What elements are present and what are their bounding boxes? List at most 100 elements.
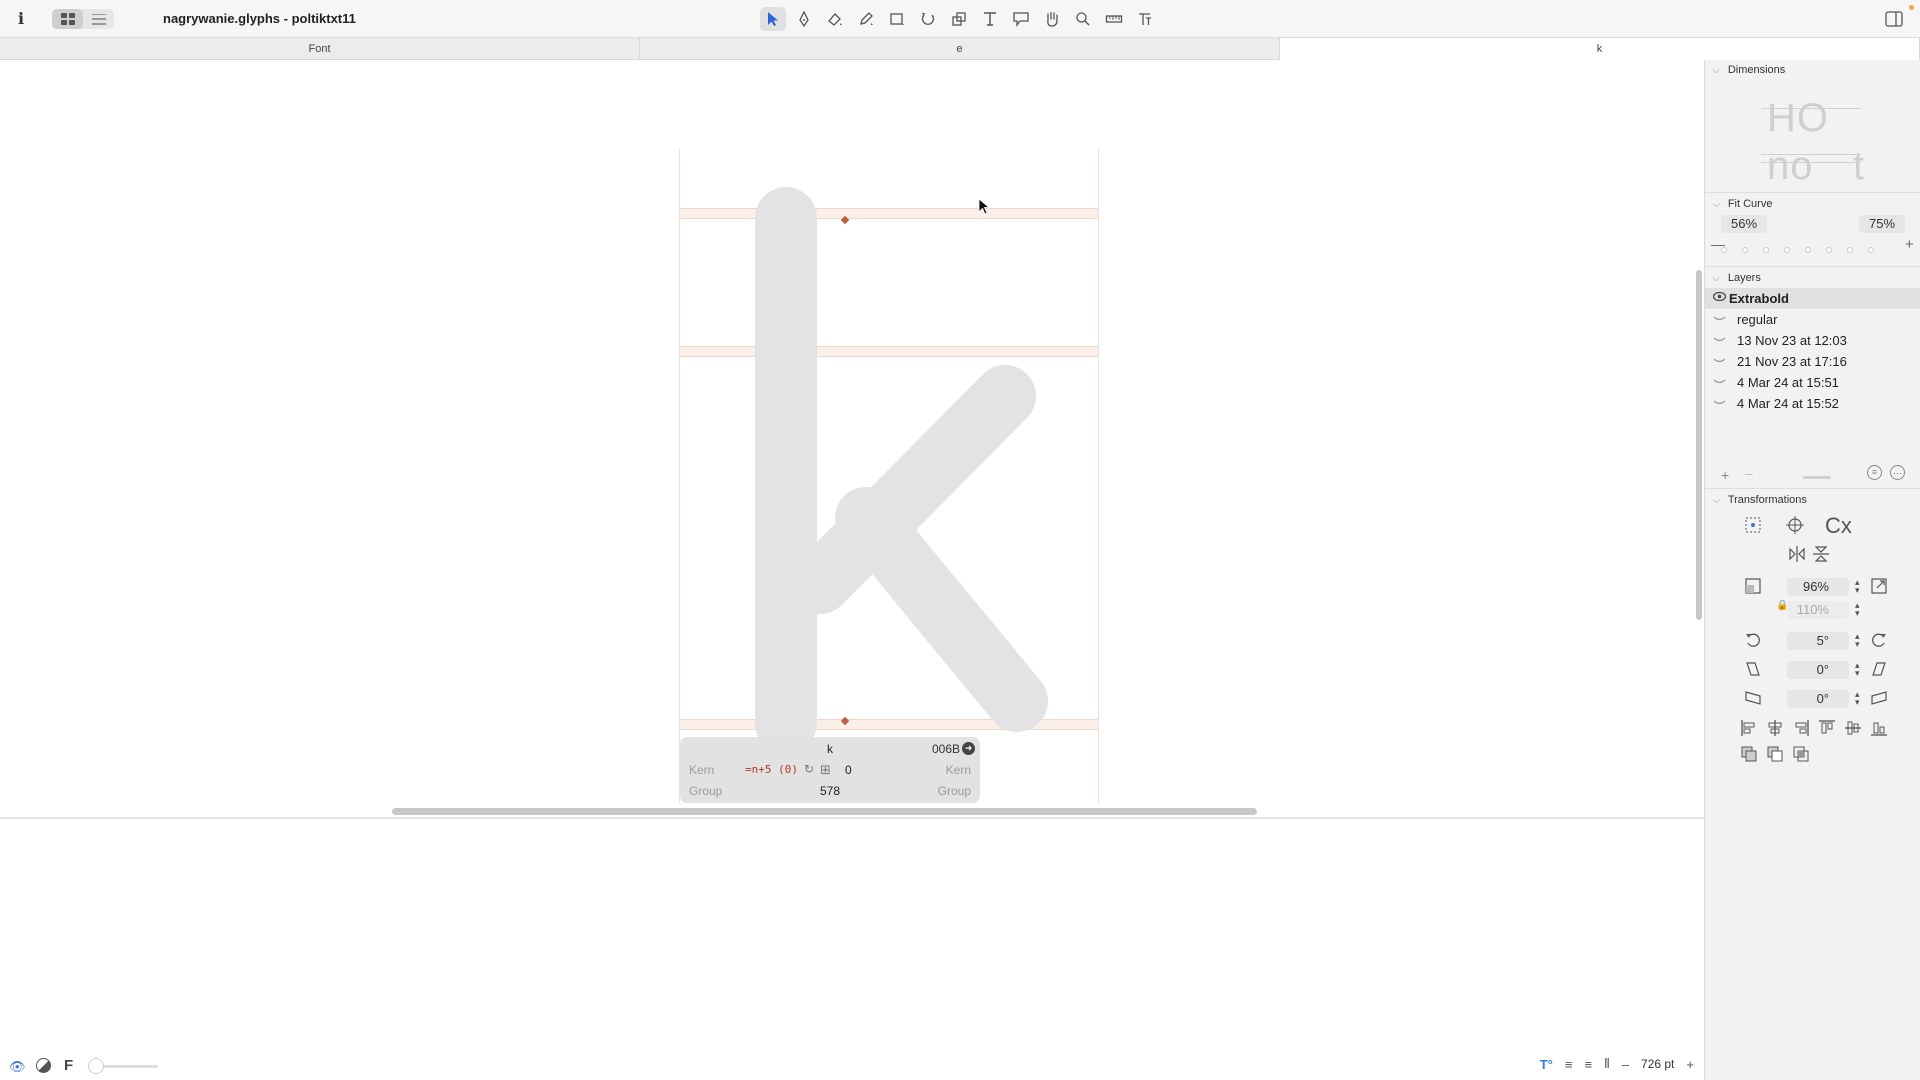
annotation-tool-button[interactable] [1008, 7, 1034, 31]
anchor-top[interactable] [840, 215, 850, 225]
layer-item[interactable]: regular [1705, 309, 1920, 330]
align-bottom-edges-icon[interactable] [1869, 718, 1889, 738]
union-icon[interactable] [1739, 744, 1759, 764]
glyph-outline[interactable] [680, 148, 1100, 803]
rectangle-tool-button[interactable] [884, 7, 910, 31]
kern-right-value[interactable]: 0 [845, 763, 852, 777]
slant-left-icon[interactable] [1743, 659, 1763, 679]
align-vertical-center-icon[interactable] [1843, 718, 1863, 738]
select-tool-button[interactable] [760, 7, 786, 31]
scale-y-stepper[interactable]: ▴ ▾ [1855, 601, 1863, 618]
layer-item[interactable]: Extrabold [1705, 288, 1920, 309]
group-label-right[interactable]: Group [938, 784, 971, 798]
rotate-ccw-icon[interactable] [1743, 630, 1763, 650]
pencil-tool-button[interactable] [853, 7, 879, 31]
slant-x-stepper[interactable]: ▴ ▾ [1855, 661, 1863, 678]
layer-item[interactable]: 4 Mar 24 at 15:52 [1705, 393, 1920, 414]
slant-vertical-up-icon[interactable] [1869, 688, 1889, 708]
fit-curve-step[interactable] [1868, 247, 1874, 253]
anchor-bottom[interactable] [840, 716, 850, 726]
rotate-cw-icon[interactable] [1869, 630, 1889, 650]
slant-y-stepper[interactable]: ▴ ▾ [1855, 690, 1863, 707]
slant-y-field[interactable]: 0° [1787, 690, 1849, 708]
sidebar-toggle-icon[interactable] [1884, 9, 1904, 29]
text-tool-button[interactable] [977, 7, 1003, 31]
align-top-edges-icon[interactable] [1817, 718, 1837, 738]
scale-down-icon[interactable] [1743, 576, 1763, 596]
bounding-box-origin-icon[interactable] [1743, 515, 1763, 535]
view-mode-toggle[interactable] [52, 9, 114, 29]
eye-closed-icon[interactable] [1713, 355, 1726, 364]
edit-canvas[interactable]: k 006B ➜ Kern =n+5 (0) ↻ ⊞ 0 Kern Group … [0, 60, 1704, 819]
fit-curve-step[interactable] [1742, 247, 1748, 253]
fit-curve-step[interactable] [1826, 247, 1832, 253]
scale-y-field[interactable]: 110% [1787, 601, 1849, 619]
fit-curve-plus-button[interactable]: + [1905, 236, 1914, 253]
crosshair-origin-icon[interactable] [1785, 515, 1805, 535]
text-direction-icon[interactable]: T° [1540, 1057, 1553, 1072]
preview-eye-icon[interactable]: 👁 [9, 1059, 26, 1075]
fit-curve-header[interactable]: ⌵ Fit Curve [1713, 198, 1772, 210]
layer-item[interactable]: 13 Nov 23 at 12:03 [1705, 330, 1920, 351]
hand-tool-button[interactable] [1039, 7, 1065, 31]
fit-curve-step[interactable] [1805, 247, 1811, 253]
center-origin-label[interactable]: Cx [1825, 513, 1852, 539]
layer-item[interactable]: 4 Mar 24 at 15:51 [1705, 372, 1920, 393]
fit-curve-step[interactable] [1763, 247, 1769, 253]
contrast-icon[interactable] [36, 1058, 51, 1073]
zoom-out-button[interactable]: – [1622, 1057, 1629, 1072]
fit-curve-min-field[interactable]: 56% [1721, 215, 1767, 233]
eye-closed-icon[interactable] [1713, 334, 1726, 343]
scale-tool-button[interactable] [946, 7, 972, 31]
eye-closed-icon[interactable] [1713, 313, 1726, 322]
eye-closed-icon[interactable] [1713, 397, 1726, 406]
layer-item[interactable]: 21 Nov 23 at 17:16 [1705, 351, 1920, 372]
preview-size-knob[interactable] [88, 1058, 104, 1074]
reset-icon[interactable]: ↻ [804, 762, 814, 776]
transformations-header[interactable]: ⌵ Transformations [1713, 494, 1807, 506]
zoom-in-button[interactable]: + [1686, 1057, 1694, 1072]
fit-curve-slider[interactable] [1721, 245, 1889, 255]
tab-k[interactable]: k [1280, 38, 1920, 60]
rotate-field[interactable]: 5° [1787, 632, 1849, 650]
vertical-scrollbar[interactable] [1696, 270, 1702, 620]
grid-view-button[interactable] [52, 9, 83, 29]
fit-curve-step[interactable] [1784, 247, 1790, 253]
info-button[interactable]: i [18, 9, 24, 28]
list-view-button[interactable] [83, 9, 114, 29]
flip-vertical-icon[interactable] [1811, 544, 1831, 564]
flip-horizontal-icon[interactable] [1787, 544, 1807, 564]
dimensions-header[interactable]: ⌵ Dimensions [1713, 64, 1785, 76]
type-tool-button[interactable] [1132, 7, 1158, 31]
align-left-icon[interactable]: ≡ [1565, 1057, 1573, 1072]
horizontal-scrollbar[interactable] [392, 808, 1257, 815]
fit-curve-step[interactable] [1847, 247, 1853, 253]
align-horizontal-center-icon[interactable] [1765, 718, 1785, 738]
scale-up-icon[interactable] [1869, 576, 1889, 596]
zoom-level[interactable]: 726 pt [1641, 1057, 1674, 1071]
fit-curve-max-field[interactable]: 75% [1859, 215, 1905, 233]
glyph-width[interactable]: 578 [680, 784, 980, 798]
layers-resize-handle[interactable] [1803, 476, 1831, 479]
slant-vertical-down-icon[interactable] [1743, 688, 1763, 708]
eye-icon[interactable] [1713, 292, 1726, 301]
layers-header[interactable]: ⌵ Layers [1713, 272, 1761, 284]
scale-stepper[interactable]: ▴ ▾ [1855, 578, 1863, 595]
rotate-stepper[interactable]: ▴ ▾ [1855, 632, 1863, 649]
eraser-tool-button[interactable] [822, 7, 848, 31]
slant-x-field[interactable]: 0° [1787, 661, 1849, 679]
align-right-icon[interactable]: ≡ [1584, 1057, 1592, 1072]
metrics-sync-icon[interactable]: ⊞ [820, 762, 831, 778]
fit-curve-step[interactable] [1721, 247, 1727, 253]
subtract-icon[interactable] [1765, 744, 1785, 764]
kern-left-value[interactable]: =n+5 (0) [745, 763, 798, 776]
intersect-icon[interactable] [1791, 744, 1811, 764]
tab-font[interactable]: Font [0, 38, 640, 60]
zoom-tool-button[interactable] [1070, 7, 1096, 31]
unicode-arrow-icon[interactable]: ➜ [962, 742, 975, 755]
measure-tool-button[interactable] [1101, 7, 1127, 31]
more-options-icon[interactable]: … [1890, 465, 1905, 480]
remove-layer-button[interactable]: – [1745, 465, 1753, 481]
columns-icon[interactable]: ⦀ [1604, 1056, 1610, 1072]
draw-tool-button[interactable] [791, 7, 817, 31]
